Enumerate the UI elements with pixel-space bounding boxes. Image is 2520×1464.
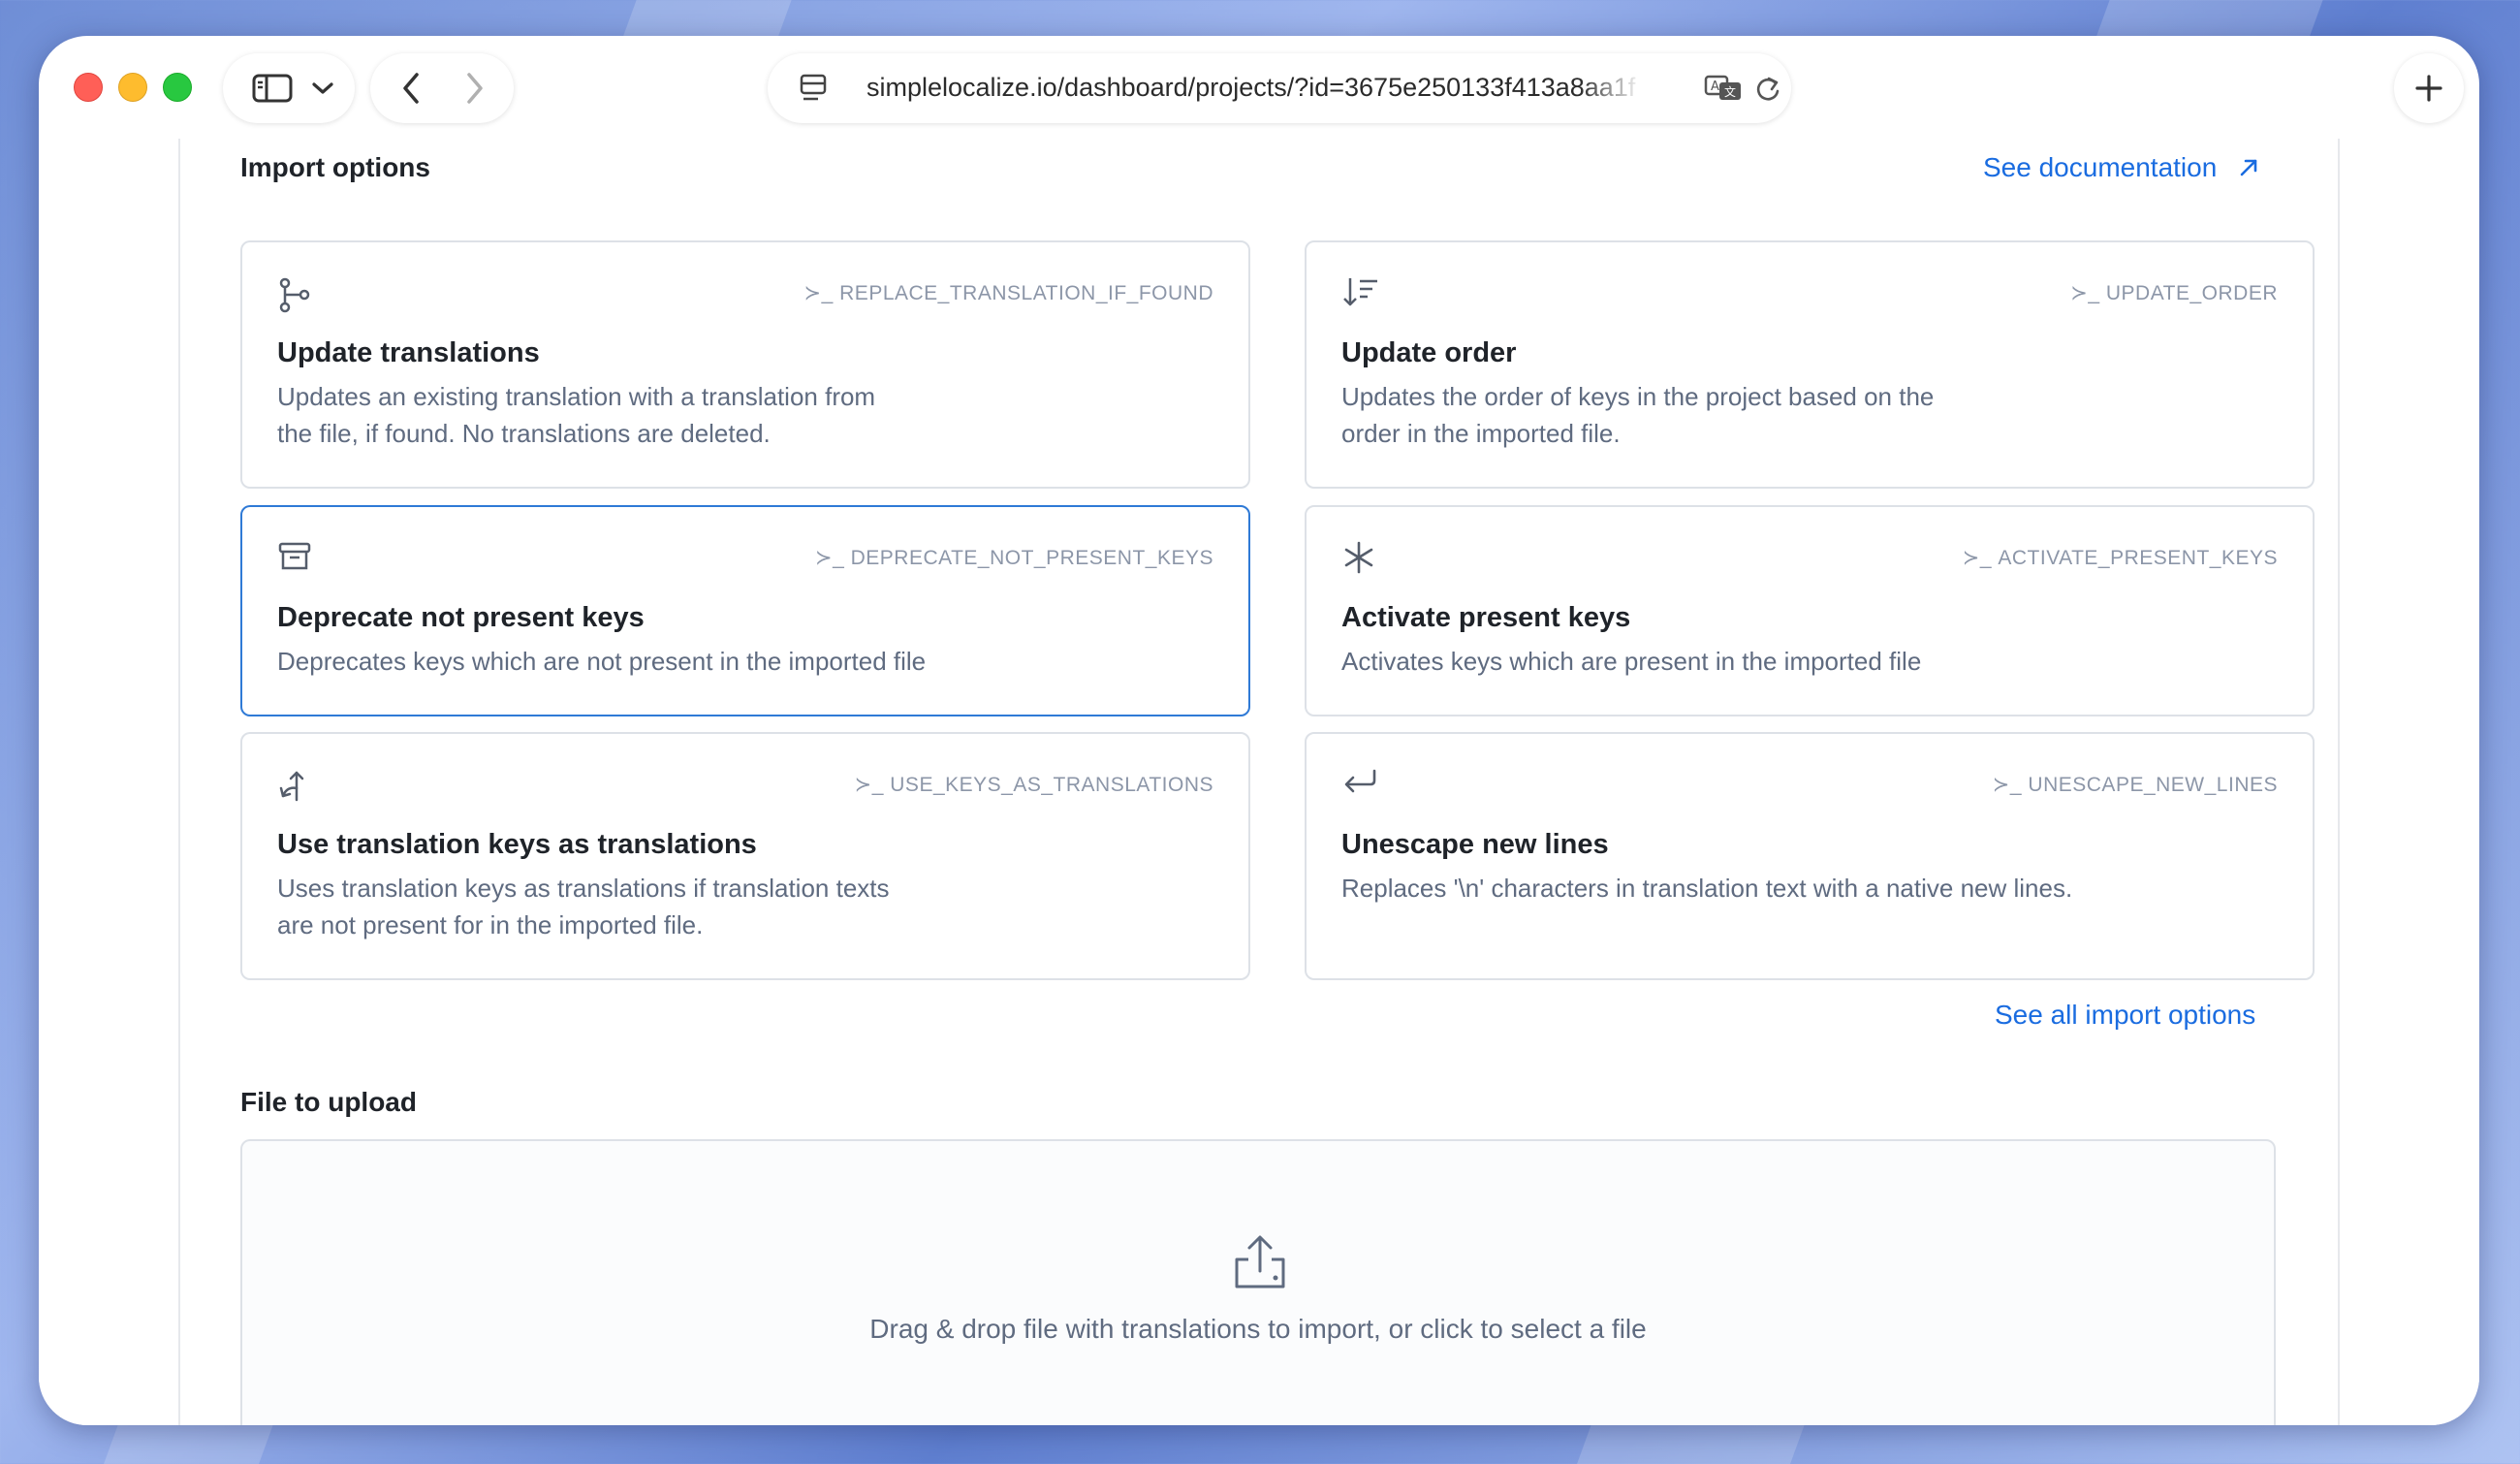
sidebar-icon[interactable] — [252, 73, 293, 104]
cmd-prefix: ≻_ — [854, 774, 884, 796]
option-description: Updates an existing translation with a t… — [277, 382, 876, 448]
upload-tray-icon — [1231, 1232, 1289, 1292]
option-description: Replaces '\n' characters in translation … — [1341, 874, 2073, 903]
option-command: ≻_ UPDATE_ORDER — [2070, 281, 2278, 305]
see-documentation-link[interactable]: See documentation — [1983, 152, 2259, 183]
cmd-prefix: ≻_ — [2070, 282, 2100, 304]
content-divider-right — [2338, 139, 2340, 1425]
import-option-card-activate-present-keys[interactable]: ≻_ ACTIVATE_PRESENT_KEYS Activate presen… — [1305, 505, 2315, 716]
import-option-card-deprecate-not-present-keys[interactable]: ≻_ DEPRECATE_NOT_PRESENT_KEYS Deprecate … — [240, 505, 1250, 716]
cmd-prefix: ≻_ — [814, 547, 845, 569]
navigation-group — [370, 53, 514, 123]
translate-icon[interactable]: A文 — [1704, 73, 1743, 104]
sort-descending-icon — [1341, 275, 1380, 313]
svg-text:A: A — [1711, 80, 1719, 94]
option-command: ≻_ REPLACE_TRANSLATION_IF_FOUND — [804, 281, 1213, 305]
svg-text:文: 文 — [1724, 84, 1736, 99]
option-description: Uses translation keys as translations if… — [277, 874, 890, 939]
command-text: USE_KEYS_AS_TRANSLATIONS — [890, 774, 1213, 796]
close-window-button[interactable] — [74, 73, 103, 102]
file-to-upload-title: File to upload — [240, 1087, 417, 1117]
import-option-card-unescape-new-lines[interactable]: ≻_ UNESCAPE_NEW_LINES Unescape new lines… — [1305, 732, 2315, 980]
forward-arrow-icon[interactable] — [463, 71, 487, 106]
import-option-card-update-translations[interactable]: ≻_ REPLACE_TRANSLATION_IF_FOUND Update t… — [240, 240, 1250, 489]
minimize-window-button[interactable] — [118, 73, 147, 102]
import-options-title: Import options — [240, 152, 430, 182]
asterisk-icon — [1341, 540, 1376, 580]
url-text[interactable]: simplelocalize.io/dashboard/projects/?id… — [866, 73, 1642, 106]
file-dropzone[interactable]: Drag & drop file with translations to im… — [240, 1139, 2276, 1425]
chevron-down-icon[interactable] — [310, 80, 335, 97]
browser-toolbar: simplelocalize.io/dashboard/projects/?id… — [39, 36, 2479, 139]
command-text: UNESCAPE_NEW_LINES — [2028, 774, 2278, 796]
option-description: Updates the order of keys in the project… — [1341, 382, 1935, 448]
option-title: Activate present keys — [1341, 602, 1631, 633]
address-bar[interactable]: simplelocalize.io/dashboard/projects/?id… — [768, 53, 1791, 123]
split-arrow-icon — [277, 767, 312, 809]
cmd-prefix: ≻_ — [1992, 774, 2023, 796]
see-documentation-label[interactable]: See documentation — [1983, 152, 2217, 183]
option-description: Deprecates keys which are not present in… — [277, 647, 927, 676]
sidebar-toggle-group — [223, 53, 355, 123]
dropzone-text[interactable]: Drag & drop file with translations to im… — [242, 1314, 2274, 1345]
command-text: ACTIVATE_PRESENT_KEYS — [1998, 547, 2278, 569]
import-option-card-use-keys-as-translations[interactable]: ≻_ USE_KEYS_AS_TRANSLATIONS Use translat… — [240, 732, 1250, 980]
option-command: ≻_ ACTIVATE_PRESENT_KEYS — [1963, 546, 2278, 570]
git-branch-icon — [277, 275, 312, 319]
option-title: Unescape new lines — [1341, 829, 1609, 860]
plus-icon[interactable] — [2414, 74, 2443, 103]
option-command: ≻_ USE_KEYS_AS_TRANSLATIONS — [855, 773, 1213, 797]
reload-icon[interactable] — [1754, 75, 1781, 104]
back-arrow-icon[interactable] — [399, 71, 423, 106]
page-content: Import options See documentation ≻_ REPL… — [39, 139, 2479, 1425]
option-command: ≻_ UNESCAPE_NEW_LINES — [1993, 773, 2278, 797]
option-title: Use translation keys as translations — [277, 829, 757, 860]
cmd-prefix: ≻_ — [803, 282, 834, 304]
command-text: REPLACE_TRANSLATION_IF_FOUND — [839, 282, 1213, 304]
see-all-import-options-link[interactable]: See all import options — [1995, 1000, 2255, 1031]
command-text: UPDATE_ORDER — [2105, 282, 2278, 304]
command-text: DEPRECATE_NOT_PRESENT_KEYS — [850, 547, 1213, 569]
external-link-icon[interactable] — [2238, 157, 2259, 178]
option-title: Update translations — [277, 337, 540, 368]
archive-icon — [277, 540, 312, 578]
import-option-card-update-order[interactable]: ≻_ UPDATE_ORDER Update order Updates the… — [1305, 240, 2315, 489]
option-command: ≻_ DEPRECATE_NOT_PRESENT_KEYS — [815, 546, 1213, 570]
browser-window: simplelocalize.io/dashboard/projects/?id… — [39, 36, 2479, 1425]
new-tab-button[interactable] — [2394, 53, 2464, 123]
return-arrow-icon — [1341, 767, 1378, 801]
zoom-window-button[interactable] — [163, 73, 192, 102]
option-title: Deprecate not present keys — [277, 602, 645, 633]
option-title: Update order — [1341, 337, 1517, 368]
cmd-prefix: ≻_ — [1962, 547, 1993, 569]
page-menu-icon[interactable] — [799, 73, 828, 104]
content-divider-left — [178, 139, 180, 1425]
option-description: Activates keys which are present in the … — [1341, 647, 1922, 676]
